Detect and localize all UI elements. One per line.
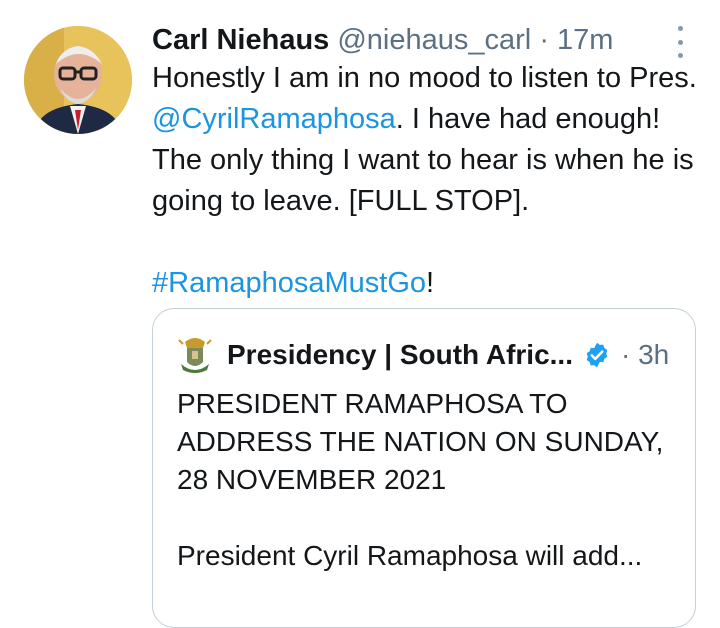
quoted-tweet[interactable]: Presidency | South Afric... · 3h PRESIDE… [152, 308, 696, 628]
tweet-timestamp[interactable]: 17m [557, 24, 613, 56]
coat-of-arms-icon [178, 338, 212, 373]
quoted-author-name[interactable]: Presidency | South Afric... [227, 339, 573, 371]
separator-dot: · [539, 24, 549, 56]
more-vertical-icon[interactable] [670, 26, 690, 58]
quoted-tweet-header: Presidency | South Afric... · 3h [177, 333, 669, 377]
quoted-timestamp[interactable]: 3h [638, 339, 669, 370]
quoted-snippet: President Cyril Ramaphosa will add... [177, 540, 643, 571]
quoted-separator-dot: · [621, 339, 631, 370]
tweet-text: Honestly I am in no mood to listen to Pr… [152, 58, 702, 304]
mention-link[interactable]: @CyrilRamaphosa [152, 103, 396, 135]
quoted-headline: PRESIDENT RAMAPHOSA TO ADDRESS THE NATIO… [177, 388, 664, 495]
author-handle[interactable]: @niehaus_carl [337, 24, 531, 56]
verified-badge-icon [586, 342, 608, 368]
hashtag-link[interactable]: #RamaphosaMustGo [152, 267, 426, 299]
avatar[interactable] [24, 26, 132, 134]
hashtag-suffix: ! [426, 267, 435, 299]
author-name[interactable]: Carl Niehaus [152, 24, 329, 56]
tweet-header: Carl Niehaus @niehaus_carl · 17m [152, 22, 613, 58]
tweet-text-part1: Honestly I am in no mood to listen to Pr… [152, 62, 697, 94]
quoted-tweet-body: PRESIDENT RAMAPHOSA TO ADDRESS THE NATIO… [177, 385, 677, 575]
